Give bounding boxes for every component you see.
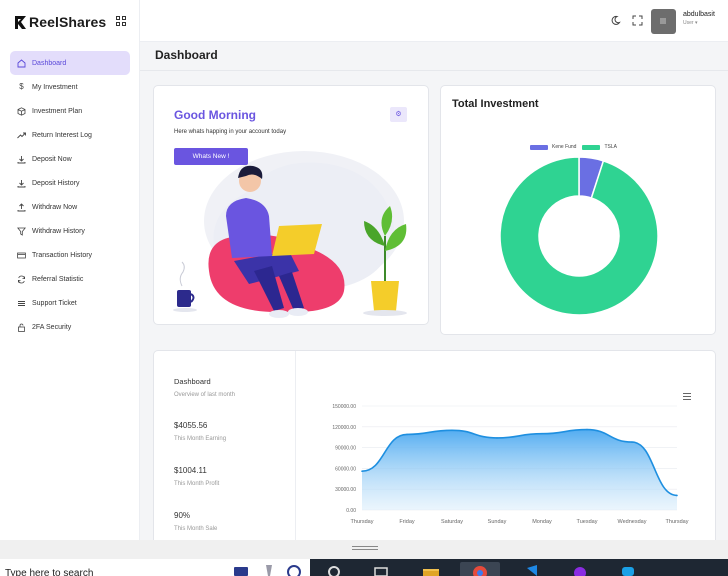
y-tick-label: 150000.00: [332, 404, 356, 410]
download-icon: [17, 155, 26, 164]
taskbar-search[interactable]: Type here to search: [0, 559, 310, 576]
data-point[interactable]: [361, 470, 363, 472]
data-point[interactable]: [631, 441, 633, 443]
x-tick-label: Thursday: [666, 519, 689, 525]
upload-icon: [17, 202, 26, 212]
person-laptop-illustration: [173, 151, 407, 318]
search-app-icon[interactable]: [324, 562, 344, 576]
data-point[interactable]: [541, 432, 543, 435]
y-tick-label: 60000.00: [335, 466, 356, 472]
sidebar-item-label: Withdraw History: [32, 227, 85, 235]
skype-icon[interactable]: [618, 562, 638, 576]
whats-new-button[interactable]: Whats New !: [174, 148, 248, 165]
sidebar-item-label: 2FA Security: [32, 323, 72, 331]
trend-icon: [17, 131, 26, 140]
sidebar-item-transaction-history[interactable]: Transaction History: [10, 243, 130, 267]
list-icon: [17, 299, 26, 308]
moon-icon[interactable]: [610, 15, 621, 26]
download-icon: [17, 179, 26, 188]
user-role[interactable]: User ▾: [683, 20, 697, 26]
dashboard-stats-card: Dashboard Overview of last month $4055.5…: [153, 350, 716, 541]
data-point[interactable]: [676, 494, 678, 497]
avatar[interactable]: [651, 9, 676, 34]
sidebar-item-deposit-now[interactable]: Deposit Now: [10, 147, 130, 171]
x-tick-label: Monday: [532, 519, 552, 525]
x-tick-label: Sunday: [488, 519, 507, 525]
x-tick-label: Wednesday: [618, 519, 647, 525]
sidebar-item-dashboard[interactable]: Dashboard: [10, 51, 130, 75]
y-tick-label: 90000.00: [335, 446, 356, 452]
sidebar-item-label: Withdraw Now: [32, 203, 78, 211]
refresh-icon: [17, 275, 26, 284]
filter-icon: [17, 227, 26, 236]
sidebar-item-support-ticket[interactable]: Support Ticket: [10, 291, 130, 315]
donut-slice-tsla[interactable]: [499, 156, 659, 316]
resize-handle[interactable]: [352, 546, 378, 547]
taskbar: Type here to search: [0, 559, 728, 576]
sidebar-item-label: My Investment: [32, 83, 78, 91]
box-icon: [17, 106, 26, 116]
app-icon[interactable]: [570, 562, 590, 576]
x-tick-label: Tuesday: [577, 519, 598, 525]
investment-donut-chart: [499, 156, 659, 316]
sidebar-item-label: Support Ticket: [32, 299, 77, 307]
fullscreen-icon[interactable]: [632, 15, 643, 26]
sidebar-item-label: Deposit Now: [32, 155, 72, 163]
sidebar-item-investment-plan[interactable]: Investment Plan: [10, 99, 130, 123]
divider: [140, 70, 728, 71]
lock-icon: [17, 323, 26, 332]
sidebar-item-2fa-security[interactable]: 2FA Security: [10, 315, 130, 339]
page-title: Dashboard: [155, 48, 218, 62]
sidebar-item-return-interest-log[interactable]: Return Interest Log: [10, 123, 130, 147]
card-icon: [17, 251, 26, 260]
dollar-icon: $: [19, 82, 24, 91]
overview-area-chart: 150000.00 120000.00 90000.00 60000.00 30000.…: [332, 404, 689, 525]
file-explorer-icon[interactable]: [421, 562, 441, 576]
greeting-heading: Good Morning: [174, 108, 256, 122]
sidebar: ReelShares Dashboard $ My Investment Invest…: [0, 0, 140, 540]
sidebar-item-label: Transaction History: [32, 251, 93, 259]
y-tick-label: 0.00: [346, 508, 356, 514]
greeting-subtitle: Here whats happing in your account today: [174, 129, 287, 135]
sidebar-item-label: Deposit History: [32, 179, 80, 187]
x-tick-label: Saturday: [441, 519, 463, 525]
brand-name: ReelShares: [29, 14, 107, 30]
sidebar-item-my-investment[interactable]: $ My Investment: [10, 75, 130, 99]
taskbar-search-text: Type here to search: [5, 568, 94, 576]
logo-icon: [14, 15, 27, 30]
brand[interactable]: ReelShares: [14, 12, 126, 32]
data-point[interactable]: [586, 428, 588, 431]
task-view-icon[interactable]: [371, 562, 391, 576]
sidebar-item-referral-statistic[interactable]: Referral Statistic: [10, 267, 130, 291]
sidebar-item-label: Return Interest Log: [32, 131, 92, 139]
home-icon: [17, 58, 26, 68]
window-divider: [0, 540, 728, 559]
sidebar-item-withdraw-history[interactable]: Withdraw History: [10, 219, 130, 243]
user-name[interactable]: abdulbasit: [683, 11, 715, 18]
x-tick-label: Friday: [399, 519, 415, 525]
topbar: abdulbasit User ▾: [140, 0, 728, 42]
chrome-icon[interactable]: [460, 562, 500, 576]
x-tick-label: Thursday: [351, 519, 374, 525]
y-tick-label: 120000.00: [332, 425, 356, 431]
sidebar-item-withdraw-now[interactable]: Withdraw Now: [10, 195, 130, 219]
sidebar-nav: Dashboard $ My Investment Investment Plan Re…: [10, 51, 130, 339]
sidebar-item-label: Investment Plan: [32, 107, 83, 115]
vscode-icon[interactable]: [521, 562, 541, 576]
sidebar-item-deposit-history[interactable]: Deposit History: [10, 171, 130, 195]
search-highlight-icon: [234, 565, 301, 576]
apps-grid-icon[interactable]: [116, 16, 126, 26]
y-tick-label: 30000.00: [335, 487, 356, 493]
welcome-card: Good Morning Here whats happing in your …: [153, 85, 429, 325]
sidebar-item-label: Referral Statistic: [32, 275, 84, 283]
data-point[interactable]: [406, 433, 408, 436]
sidebar-item-label: Dashboard: [32, 59, 67, 67]
total-investment-card: Total Investment Kene Fund TSLA: [440, 85, 716, 335]
data-point[interactable]: [451, 429, 453, 432]
taskbar-apps: [310, 559, 728, 576]
data-point[interactable]: [496, 437, 498, 439]
settings-icon[interactable]: ⚙: [390, 107, 407, 122]
